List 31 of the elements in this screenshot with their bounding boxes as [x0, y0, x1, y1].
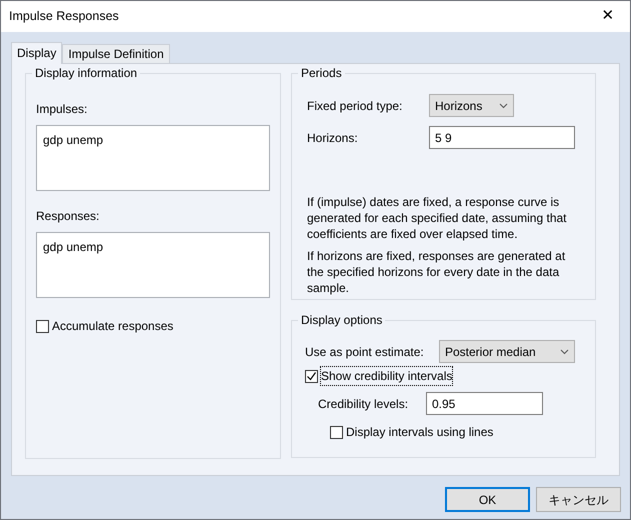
dropdown[interactable]: Horizons	[429, 94, 514, 117]
input-field[interactable]: 0.95	[426, 392, 543, 415]
field-label: Fixed period type:	[307, 98, 404, 114]
checkbox[interactable]	[36, 320, 49, 332]
dialog-button[interactable]: OK	[445, 487, 530, 512]
help-text: If horizons are fixed, responses are generated at the specified horizons for every date in the data sample.	[307, 248, 566, 296]
input-field[interactable]: gdp unemp	[36, 125, 270, 191]
close-button[interactable]: ✕	[586, 4, 630, 29]
field-label: Horizons:	[307, 130, 359, 146]
checkbox-label: Display intervals using lines	[346, 424, 494, 441]
tab[interactable]: Display	[11, 42, 62, 64]
field-label: Responses:	[36, 208, 100, 225]
check-icon	[306, 370, 317, 382]
field-label: Use as point estimate:	[305, 344, 425, 360]
checkbox[interactable]	[330, 426, 343, 438]
field-label: Credibility levels:	[318, 396, 410, 412]
checkbox-label: Accumulate responses	[52, 318, 174, 335]
chevron-down-icon	[499, 102, 508, 108]
field-label: Impulses:	[36, 101, 88, 118]
chevron-down-icon	[560, 348, 569, 354]
group-title: Display information	[32, 66, 140, 81]
tab[interactable]: Impulse Definition	[62, 44, 170, 63]
checkbox[interactable]	[305, 370, 318, 382]
checkbox-label: Show credibility intervals	[321, 367, 452, 385]
dialog-button[interactable]: キャンセル	[536, 487, 621, 512]
input-field[interactable]: 5 9	[429, 126, 575, 149]
help-text: If (impulse) dates are fixed, a response curve is generated for each specified date, assuming that coefficients are fixed over elapsed time.	[307, 194, 568, 242]
window-title: Impulse Responses	[9, 8, 120, 26]
input-field[interactable]: gdp unemp	[36, 232, 270, 298]
dropdown[interactable]: Posterior median	[439, 340, 575, 363]
group-title: Display options	[298, 313, 386, 328]
